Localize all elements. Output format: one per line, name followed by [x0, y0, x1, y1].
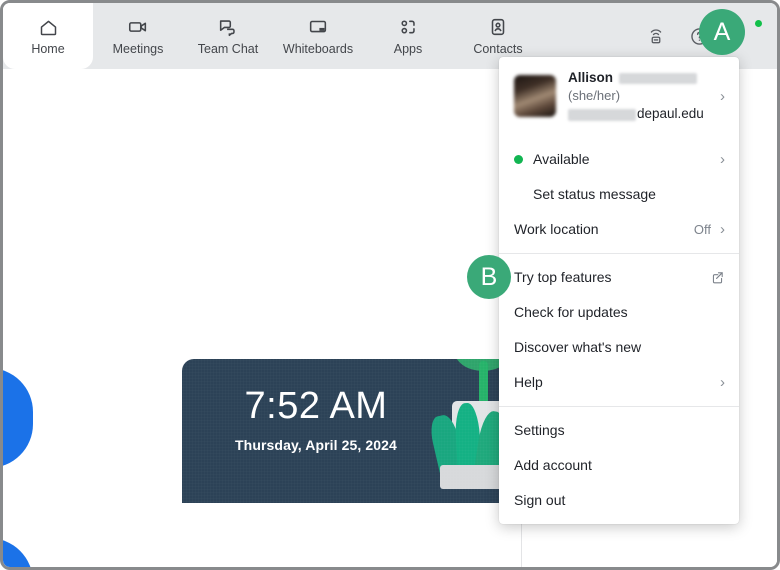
profile-email-row: depaul.edu — [568, 105, 708, 123]
decorative-blob-bottom — [3, 538, 33, 567]
tab-apps-label: Apps — [393, 42, 423, 57]
profile-picture — [514, 75, 556, 118]
profile-name-row: Allison — [568, 69, 708, 87]
work-location-value: Off — [693, 221, 711, 237]
account-section: Settings Add account Sign out — [499, 407, 739, 524]
menu-item-set-status-message[interactable]: Set status message — [499, 177, 739, 212]
features-section: Try top features Check for updates Disco… — [499, 254, 739, 406]
profile-dropdown-menu: Allison (she/her) depaul.edu › Available… — [499, 57, 739, 524]
app-window: Home Meetings Team Chat Whiteboards Apps… — [0, 0, 780, 570]
try-top-features-label: Try top features — [514, 269, 612, 286]
menu-item-sign-out[interactable]: Sign out — [499, 483, 739, 518]
home-icon — [38, 16, 59, 38]
tab-contacts-label: Contacts — [473, 42, 523, 57]
profile-name-redaction — [619, 72, 698, 84]
chevron-right-icon: › — [720, 220, 725, 238]
work-location-label: Work location — [514, 221, 599, 238]
clock-text-group: 7:52 AM Thursday, April 25, 2024 — [182, 385, 450, 453]
tab-meetings[interactable]: Meetings — [93, 3, 183, 69]
discover-whats-new-label: Discover what's new — [514, 339, 642, 356]
tab-team-chat[interactable]: Team Chat — [183, 3, 273, 69]
chevron-right-icon: › — [720, 373, 725, 391]
status-label: Available — [533, 151, 590, 168]
settings-label: Settings — [514, 422, 565, 439]
contact-card-icon — [487, 16, 509, 38]
tab-apps[interactable]: Apps — [363, 3, 453, 69]
tab-whiteboards[interactable]: Whiteboards — [273, 3, 363, 69]
menu-item-work-location[interactable]: Work location Off › — [499, 212, 739, 247]
menu-item-discover-whats-new[interactable]: Discover what's new — [499, 330, 739, 365]
external-link-icon — [710, 270, 725, 285]
profile-pronouns: (she/her) — [568, 88, 621, 104]
whiteboard-icon — [307, 16, 329, 38]
tab-team-chat-label: Team Chat — [197, 42, 259, 57]
chat-bubbles-icon — [217, 16, 239, 38]
tab-home-label: Home — [31, 42, 65, 57]
share-screen-icon[interactable] — [643, 23, 669, 49]
check-for-updates-label: Check for updates — [514, 304, 628, 321]
menu-item-availability-status[interactable]: Available › — [499, 142, 739, 177]
chevron-right-icon: › — [720, 150, 725, 168]
menu-item-check-for-updates[interactable]: Check for updates — [499, 295, 739, 330]
apps-grid-icon — [397, 16, 419, 38]
clock-time: 7:52 AM — [244, 385, 388, 427]
profile-name: Allison — [568, 70, 614, 85]
profile-text-group: Allison (she/her) depaul.edu — [568, 69, 708, 124]
menu-item-settings[interactable]: Settings — [499, 413, 739, 448]
tab-whiteboards-label: Whiteboards — [282, 42, 354, 57]
tab-home[interactable]: Home — [3, 3, 93, 69]
clock-date: Thursday, April 25, 2024 — [235, 436, 397, 453]
profile-email-domain: depaul.edu — [637, 106, 704, 122]
set-status-message-label: Set status message — [533, 186, 656, 203]
clock-card: 7:52 AM Thursday, April 25, 2024 — [182, 359, 522, 503]
nav-tabs: Home Meetings Team Chat Whiteboards Apps… — [3, 3, 543, 69]
annotation-badge-b: B — [467, 255, 511, 299]
add-account-label: Add account — [514, 457, 592, 474]
chevron-right-icon: › — [720, 87, 725, 105]
sign-out-label: Sign out — [514, 492, 566, 509]
video-camera-icon — [127, 16, 149, 38]
profile-email-redaction — [568, 108, 636, 121]
tab-meetings-label: Meetings — [112, 42, 164, 57]
presence-indicator-available — [753, 18, 764, 29]
status-dot-available — [514, 154, 523, 164]
menu-item-help[interactable]: Help › — [499, 365, 739, 400]
menu-item-try-top-features[interactable]: Try top features — [499, 260, 739, 295]
status-section: Available › Set status message Work loca… — [499, 136, 739, 253]
annotation-badge-a: A — [699, 9, 745, 55]
decorative-blob-top — [3, 368, 33, 468]
menu-item-add-account[interactable]: Add account — [499, 448, 739, 483]
help-label: Help — [514, 374, 543, 391]
profile-header-row[interactable]: Allison (she/her) depaul.edu › — [499, 57, 739, 136]
